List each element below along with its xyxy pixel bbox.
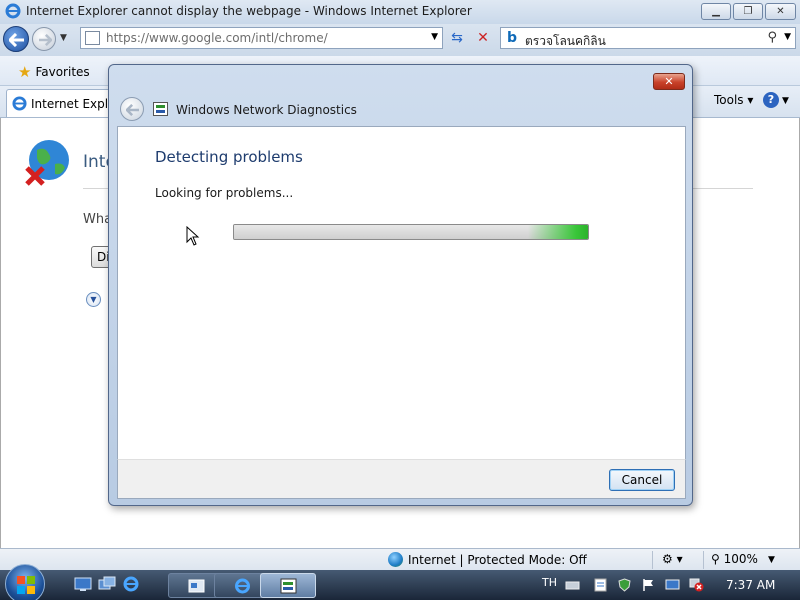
ie-quicklaunch-icon[interactable] (122, 576, 140, 592)
windows-logo-icon (17, 576, 35, 594)
recent-pages-dropdown[interactable]: ▼ (60, 33, 67, 43)
address-bar[interactable]: https://www.google.com/intl/chrome/ ▼ (80, 27, 443, 49)
restore-icon: ❐ (743, 6, 753, 17)
taskbar: TH 7:37 AM (0, 564, 800, 600)
dialog-header: Windows Network Diagnostics (117, 95, 686, 127)
page-icon (85, 31, 100, 45)
minimize-icon: ▁ (712, 6, 720, 17)
display-icon[interactable] (665, 578, 680, 592)
ie-logo-icon (5, 3, 21, 19)
stop-button[interactable]: ✕ (472, 27, 494, 49)
forward-button[interactable] (32, 27, 56, 51)
forward-arrow-icon (38, 34, 52, 46)
zoom-text: 100% (723, 552, 758, 566)
protected-mode-icon[interactable]: ⚙ ▾ (662, 552, 683, 566)
maximize-button[interactable]: ❐ (733, 3, 763, 20)
search-icon[interactable]: ⚲ (767, 30, 777, 45)
ie-tab-icon (12, 96, 27, 111)
search-box[interactable]: b ตรวจโลนคกิลิน ⚲ ▼ (500, 27, 796, 49)
security-shield-icon[interactable] (617, 578, 632, 592)
address-text[interactable]: https://www.google.com/intl/chrome/ (106, 31, 328, 45)
globe-error-icon (25, 140, 69, 186)
refresh-button[interactable]: ⇆ (446, 27, 468, 49)
start-button[interactable] (5, 564, 45, 600)
network-disconnected-icon[interactable] (689, 578, 704, 592)
dialog-body: Detecting problems Looking for problems.… (117, 126, 686, 459)
search-text[interactable]: ตรวจโลนคกิลิน (525, 32, 606, 51)
window-title: Internet Explorer cannot display the web… (26, 4, 472, 18)
stop-icon: ✕ (477, 30, 489, 46)
show-desktop-icon[interactable] (74, 576, 92, 592)
action-center-flag-icon[interactable] (641, 578, 656, 592)
back-button[interactable] (3, 26, 29, 52)
progress-glow (528, 225, 588, 239)
dialog-heading: Detecting problems (155, 148, 303, 166)
status-bar: Internet | Protected Mode: Off ⚙ ▾ ⚲ 100… (0, 548, 800, 570)
status-separator (703, 551, 704, 569)
cancel-button[interactable]: Cancel (609, 469, 675, 491)
network-diagnostics-icon (280, 578, 297, 594)
bing-icon: b (507, 30, 518, 46)
help-dropdown-icon[interactable]: ▼ (782, 96, 789, 106)
favorites-button[interactable]: ★ Favorites (12, 61, 96, 83)
dialog-status-text: Looking for problems... (155, 186, 294, 200)
zoom-level[interactable]: ⚲ 100% (711, 552, 758, 566)
zoom-dropdown-icon[interactable]: ▼ (768, 555, 775, 565)
favorites-label: Favorites (35, 65, 90, 79)
window-app-icon (188, 579, 205, 593)
search-dropdown-icon[interactable]: ▼ (784, 32, 791, 42)
network-diagnostics-dialog: ✕ Windows Network Diagnostics Detecting … (108, 64, 693, 506)
clock[interactable]: 7:37 AM (726, 578, 775, 592)
notes-icon[interactable] (593, 578, 608, 592)
close-icon: ✕ (776, 6, 785, 17)
address-toolbar: ▼ https://www.google.com/intl/chrome/ ▼ … (0, 24, 800, 56)
dialog-close-button[interactable]: ✕ (653, 73, 685, 90)
taskbar-button-network-diagnostics[interactable] (260, 573, 316, 598)
keyboard-icon[interactable] (565, 578, 580, 592)
dialog-footer: Cancel (117, 459, 686, 499)
tools-label: Tools (714, 93, 744, 107)
back-arrow-icon (9, 33, 24, 47)
back-arrow-icon (126, 104, 139, 116)
status-separator (652, 551, 653, 569)
language-indicator[interactable]: TH (542, 576, 557, 589)
security-zone[interactable]: Internet | Protected Mode: Off (388, 552, 587, 567)
ie-title-bar: Internet Explorer cannot display the web… (0, 0, 800, 24)
dialog-title: Windows Network Diagnostics (176, 103, 357, 117)
more-information-icon[interactable]: ▼ (86, 292, 101, 307)
help-icon[interactable]: ? (763, 92, 779, 108)
address-dropdown-icon[interactable]: ▼ (431, 32, 438, 42)
dialog-back-button[interactable] (120, 97, 144, 121)
minimize-button[interactable]: ▁ (701, 3, 731, 20)
mouse-cursor-icon (186, 226, 200, 246)
favorites-star-icon: ★ (18, 63, 32, 81)
tab-internet-explorer[interactable]: Internet Explorer (6, 89, 132, 117)
refresh-icon: ⇆ (451, 30, 463, 46)
close-button[interactable]: ✕ (765, 3, 796, 20)
internet-zone-icon (388, 552, 403, 567)
ie-taskbar-icon (235, 578, 250, 594)
switch-windows-icon[interactable] (98, 576, 116, 592)
tools-menu[interactable]: Tools ▾ (714, 93, 753, 107)
zone-text: Internet | Protected Mode: Off (408, 552, 587, 567)
close-icon: ✕ (664, 75, 674, 88)
progress-bar (233, 224, 589, 240)
network-diagnostics-icon (153, 102, 168, 116)
